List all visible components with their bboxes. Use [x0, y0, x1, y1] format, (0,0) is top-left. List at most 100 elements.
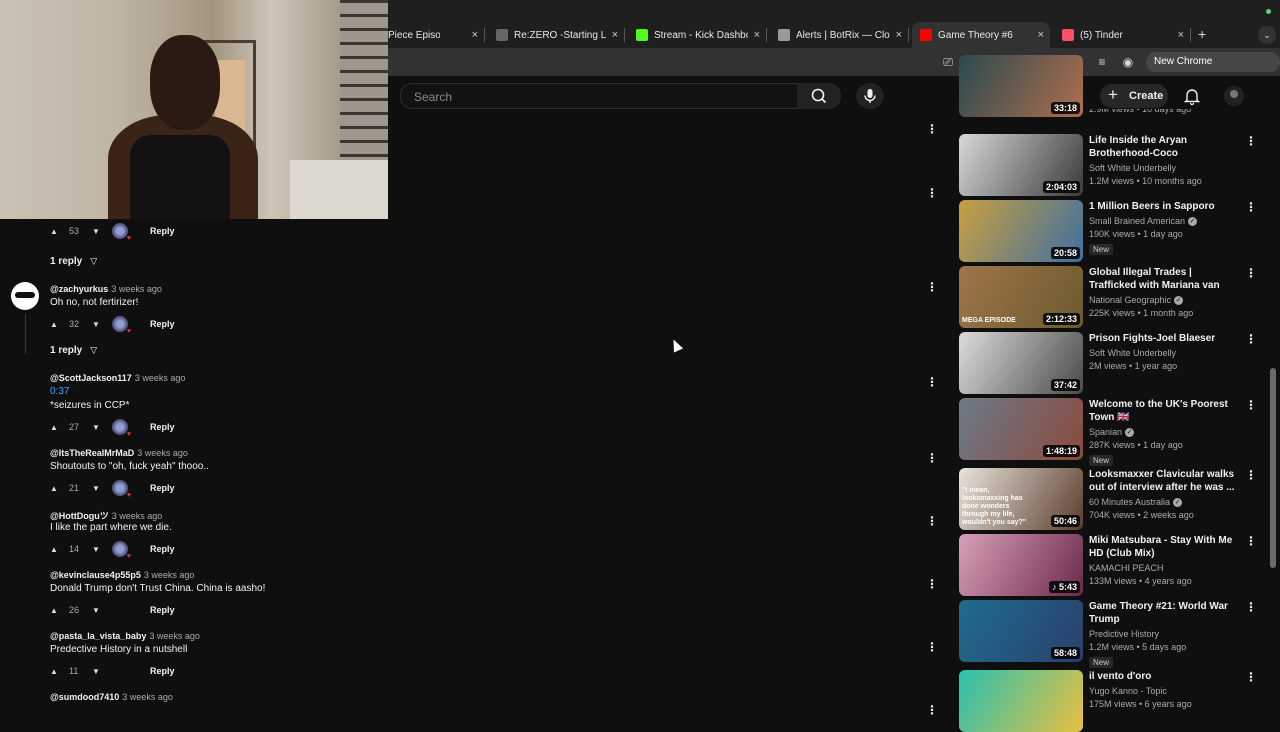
profile-avatar-icon[interactable]: ◉: [1120, 54, 1136, 70]
channel-name[interactable]: Soft White Underbelly: [1089, 163, 1239, 173]
tab-close-icon[interactable]: ×: [612, 29, 618, 41]
reply-button[interactable]: Reply: [150, 483, 175, 493]
video-title[interactable]: Miki Matsubara - Stay With Me HD (Club M…: [1089, 534, 1239, 560]
page-scrollbar[interactable]: [1270, 368, 1276, 568]
tab-close-icon[interactable]: ×: [472, 29, 478, 41]
author-handle[interactable]: @pasta_la_vista_baby: [50, 631, 146, 641]
channel-name[interactable]: Soft White Underbelly: [1089, 348, 1239, 358]
suggested-video-item[interactable]: 20:58 1 Million Beers in Sapporo Small Bra…: [959, 200, 1259, 262]
video-more-options-icon[interactable]: ⋮: [1245, 398, 1257, 412]
channel-name[interactable]: Yugo Kanno - Topic: [1089, 686, 1239, 696]
tab-close-icon[interactable]: ×: [1178, 29, 1184, 41]
video-more-options-icon[interactable]: ⋮: [1245, 534, 1257, 548]
media-controls-icon[interactable]: ≡: [1094, 54, 1110, 70]
suggested-video-item[interactable]: 2:04:03 Life Inside the Aryan Brotherhood…: [959, 134, 1259, 196]
video-title[interactable]: Welcome to the UK's Poorest Town 🇬🇧: [1089, 398, 1239, 424]
more-options-icon[interactable]: ⋮: [926, 376, 938, 388]
video-more-options-icon[interactable]: ⋮: [1245, 600, 1257, 614]
channel-name[interactable]: 60 Minutes Australia ✓: [1089, 497, 1239, 508]
video-thumbnail[interactable]: 2:04:03: [959, 134, 1083, 196]
reply-button[interactable]: Reply: [150, 605, 175, 615]
dislike-thumb-down-icon[interactable]: ▼: [92, 667, 106, 676]
video-thumbnail[interactable]: [959, 670, 1083, 732]
reply-button[interactable]: Reply: [150, 226, 175, 236]
author-handle[interactable]: @kevinclause4p55p5: [50, 570, 141, 580]
video-thumbnail[interactable]: ♪ 5:43: [959, 534, 1083, 596]
video-thumbnail[interactable]: 33:18: [959, 55, 1083, 117]
video-more-options-icon[interactable]: ⋮: [1245, 468, 1257, 482]
author-handle[interactable]: @zachyurkus: [50, 284, 108, 294]
author-handle[interactable]: @sumdood7410: [50, 692, 119, 702]
channel-name[interactable]: Spanian ✓: [1089, 427, 1239, 438]
video-title[interactable]: Game Theory #21: World War Trump: [1089, 600, 1239, 626]
dislike-thumb-down-icon[interactable]: ▼: [92, 320, 106, 329]
channel-name[interactable]: National Geographic ✓: [1089, 295, 1239, 306]
more-options-icon[interactable]: ⋮: [926, 187, 938, 199]
comment-author[interactable]: @ItsTheRealMrMaD 3 weeks ago: [50, 448, 188, 458]
tab-search-chevron-icon[interactable]: ⌄: [1258, 26, 1276, 44]
author-handle[interactable]: @HottDoguツ: [50, 511, 109, 521]
video-title[interactable]: Looksmaxxer Clavicular walks out of inte…: [1089, 468, 1239, 494]
dislike-thumb-down-icon[interactable]: ▼: [92, 484, 106, 493]
channel-name[interactable]: KAMACHI PEACH: [1089, 563, 1239, 573]
suggested-video-item[interactable]: il vento d'oro Yugo Kanno - Topic 175M vie…: [959, 670, 1259, 732]
reply-button[interactable]: Reply: [150, 422, 175, 432]
video-more-options-icon[interactable]: ⋮: [1245, 200, 1257, 214]
tab-4[interactable]: Alerts | BotRix — Clo ×: [770, 24, 909, 46]
tab-6[interactable]: (5) Tinder ×: [1054, 24, 1191, 46]
like-thumb-up-icon[interactable]: ▲: [50, 484, 64, 493]
more-options-icon[interactable]: ⋮: [926, 578, 938, 590]
replies-toggle[interactable]: 1 reply ▽: [50, 256, 97, 267]
new-tab-button[interactable]: +: [1198, 26, 1206, 42]
video-more-options-icon[interactable]: ⋮: [1245, 266, 1257, 280]
comment-author[interactable]: @HottDoguツ 3 weeks ago: [50, 509, 162, 522]
like-thumb-up-icon[interactable]: ▲: [50, 667, 64, 676]
channel-name[interactable]: Predictive History: [1089, 629, 1239, 639]
like-thumb-up-icon[interactable]: ▲: [50, 227, 64, 236]
video-more-options-icon[interactable]: ⋮: [1245, 332, 1257, 346]
video-title[interactable]: il vento d'oro: [1089, 670, 1239, 683]
tab-close-icon[interactable]: ×: [896, 29, 902, 41]
reply-button[interactable]: Reply: [150, 666, 175, 676]
comment-timestamp-link[interactable]: 0:37: [50, 386, 69, 397]
dislike-thumb-down-icon[interactable]: ▼: [92, 606, 106, 615]
like-thumb-up-icon[interactable]: ▲: [50, 320, 64, 329]
tab-1[interactable]: Piece Episode 11 ×: [388, 24, 485, 46]
tab-close-icon[interactable]: ×: [754, 29, 760, 41]
more-options-icon[interactable]: ⋮: [926, 123, 938, 135]
suggested-video-item[interactable]: "I mean, looksmaxxing has done wonders t…: [959, 468, 1259, 530]
comment-author[interactable]: @kevinclause4p55p5 3 weeks ago: [50, 570, 194, 580]
tab-5[interactable]: Game Theory #6 ×: [912, 22, 1050, 48]
like-thumb-up-icon[interactable]: ▲: [50, 423, 64, 432]
comment-author[interactable]: @sumdood7410 3 weeks ago: [50, 692, 173, 702]
dislike-thumb-down-icon[interactable]: ▼: [92, 545, 106, 554]
dislike-thumb-down-icon[interactable]: ▼: [92, 423, 106, 432]
reply-button[interactable]: Reply: [150, 544, 175, 554]
more-options-icon[interactable]: ⋮: [926, 452, 938, 464]
video-title[interactable]: Global Illegal Trades | Trafficked with …: [1089, 266, 1239, 292]
suggested-video-item[interactable]: MEGA EPISODE 2:12:33 Global Illegal Trades…: [959, 266, 1259, 328]
channel-name[interactable]: Small Brained American ✓: [1089, 216, 1239, 227]
video-title[interactable]: Life Inside the Aryan Brotherhood-Coco: [1089, 134, 1239, 160]
like-thumb-up-icon[interactable]: ▲: [50, 545, 64, 554]
more-options-icon[interactable]: ⋮: [926, 281, 938, 293]
video-more-options-icon[interactable]: ⋮: [1245, 670, 1257, 684]
video-thumbnail[interactable]: 58:48: [959, 600, 1083, 662]
author-handle[interactable]: @ItsTheRealMrMaD: [50, 448, 134, 458]
tab-3[interactable]: Stream - Kick Dashbo ×: [628, 24, 767, 46]
more-options-icon[interactable]: ⋮: [926, 515, 938, 527]
video-more-options-icon[interactable]: ⋮: [1245, 134, 1257, 148]
install-app-icon[interactable]: ⎚: [940, 54, 956, 70]
video-thumbnail[interactable]: 1:48:19: [959, 398, 1083, 460]
video-thumbnail[interactable]: 20:58: [959, 200, 1083, 262]
video-title[interactable]: 1 Million Beers in Sapporo: [1089, 200, 1239, 213]
video-thumbnail[interactable]: "I mean, looksmaxxing has done wonders t…: [959, 468, 1083, 530]
tab-2[interactable]: Re:ZERO -Starting Li ×: [488, 24, 625, 46]
comment-author[interactable]: @pasta_la_vista_baby 3 weeks ago: [50, 631, 200, 641]
video-title[interactable]: Prison Fights-Joel Blaeser: [1089, 332, 1239, 345]
voice-search-button[interactable]: [856, 83, 884, 109]
commenter-avatar[interactable]: [11, 282, 39, 310]
suggested-video-item[interactable]: ♪ 5:43 Miki Matsubara - Stay With Me HD (…: [959, 534, 1259, 596]
comment-author[interactable]: @zachyurkus 3 weeks ago: [50, 284, 162, 294]
like-thumb-up-icon[interactable]: ▲: [50, 606, 64, 615]
